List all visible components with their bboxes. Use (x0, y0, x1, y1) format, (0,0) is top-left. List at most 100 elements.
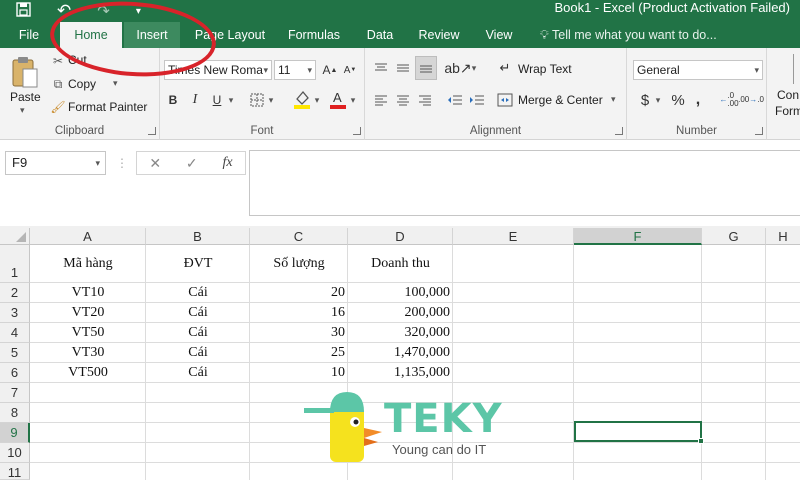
decrease-decimal-icon[interactable]: .00 → .0 (738, 90, 764, 110)
cell-d6[interactable]: 1,135,000 (348, 365, 450, 381)
cut-button[interactable]: Cut (68, 53, 87, 67)
row-header-3[interactable]: 3 (0, 303, 30, 323)
cell-d2[interactable]: 100,000 (348, 285, 451, 301)
customize-qat-icon[interactable]: ▾ (136, 6, 141, 17)
font-size-dropdown[interactable]: 11 ▾ (274, 60, 316, 80)
column-header-c[interactable]: C (250, 228, 348, 245)
cell-c5[interactable]: 25 (250, 345, 345, 361)
tell-me-box[interactable]: 💡︎ Tell me what you want to do... (540, 22, 717, 48)
redo-icon[interactable]: ↷ (97, 2, 110, 20)
increase-decimal-icon[interactable]: ← .0.00 (719, 90, 739, 110)
merge-dropdown-icon[interactable]: ▾ (611, 94, 616, 105)
cell-c3[interactable]: 16 (250, 305, 345, 321)
cell-a1[interactable]: Mã hàng (30, 256, 146, 272)
paste-icon[interactable] (8, 52, 42, 92)
conditional-formatting-icon[interactable] (793, 54, 800, 84)
row-header-2[interactable]: 2 (0, 283, 30, 303)
cell-d3[interactable]: 200,000 (348, 305, 451, 321)
cell-c2[interactable]: 20 (250, 285, 345, 301)
tab-data[interactable]: Data (360, 22, 400, 48)
column-header-d[interactable]: D (348, 228, 453, 245)
column-header-f[interactable]: F (574, 228, 702, 245)
orientation-dropdown-icon[interactable]: ▾ (469, 58, 479, 78)
align-center-icon[interactable] (393, 90, 413, 110)
bold-button[interactable]: B (164, 90, 182, 110)
cell-a6[interactable]: VT500 (30, 365, 146, 381)
align-left-icon[interactable] (371, 90, 391, 110)
cell-c4[interactable]: 30 (250, 325, 345, 341)
fill-handle[interactable] (698, 438, 704, 444)
row-header-6[interactable]: 6 (0, 363, 30, 383)
paste-dropdown-icon[interactable]: ▾ (20, 105, 25, 116)
row-header-4[interactable]: 4 (0, 323, 30, 343)
cancel-icon[interactable]: ✕ (149, 155, 161, 172)
row-header-5[interactable]: 5 (0, 343, 30, 363)
alignment-launcher-icon[interactable] (615, 127, 623, 135)
conditional-formatting-label-2[interactable]: Form (775, 104, 800, 118)
tab-insert[interactable]: Insert (124, 22, 180, 48)
top-align-icon[interactable] (371, 58, 391, 78)
cell-b5[interactable]: Cái (146, 345, 250, 361)
font-color-dropdown-icon[interactable]: ▾ (348, 90, 358, 110)
select-all-button[interactable] (0, 228, 30, 245)
row-header-10[interactable]: 10 (0, 443, 30, 463)
row-header-1[interactable]: 1 (0, 245, 30, 283)
enter-icon[interactable]: ✓ (186, 155, 198, 172)
cell-c1[interactable]: Số lượng (250, 256, 348, 272)
font-launcher-icon[interactable] (353, 127, 361, 135)
cell-a2[interactable]: VT10 (30, 285, 146, 301)
tab-formulas[interactable]: Formulas (280, 22, 348, 48)
column-header-a[interactable]: A (30, 228, 146, 245)
decrease-indent-icon[interactable] (445, 90, 465, 110)
copy-button[interactable]: Copy (68, 77, 96, 91)
cell-b4[interactable]: Cái (146, 325, 250, 341)
borders-icon[interactable] (248, 90, 266, 110)
cell-b2[interactable]: Cái (146, 285, 250, 301)
wrap-text-button[interactable]: Wrap Text (518, 62, 572, 76)
grow-font-icon[interactable]: A ▲ (322, 60, 338, 80)
insert-function-button[interactable]: fx (222, 155, 232, 171)
cell-d1[interactable]: Doanh thu (348, 256, 453, 272)
align-right-icon[interactable] (415, 90, 435, 110)
format-painter-button[interactable]: Format Painter (68, 100, 147, 114)
column-header-b[interactable]: B (146, 228, 250, 245)
merge-center-button[interactable]: Merge & Center (518, 93, 603, 107)
percent-button[interactable]: % (669, 90, 687, 110)
selected-cell-f9[interactable] (574, 421, 704, 444)
cell-a5[interactable]: VT30 (30, 345, 146, 361)
italic-button[interactable]: I (186, 90, 204, 110)
number-format-dropdown[interactable]: General ▾ (633, 60, 763, 80)
comma-button[interactable]: , (691, 90, 705, 110)
column-header-g[interactable]: G (702, 228, 766, 245)
increase-indent-icon[interactable] (467, 90, 487, 110)
underline-button[interactable]: U (208, 90, 226, 110)
tab-page-layout[interactable]: Page Layout (190, 22, 270, 48)
font-color-icon[interactable]: A (328, 88, 348, 110)
cell-a3[interactable]: VT20 (30, 305, 146, 321)
name-box[interactable]: F9 ▾ (5, 151, 106, 175)
cell-c6[interactable]: 10 (250, 365, 345, 381)
middle-align-icon[interactable] (393, 58, 413, 78)
tab-file[interactable]: File (10, 22, 48, 48)
cell-d4[interactable]: 320,000 (348, 325, 451, 341)
column-header-e[interactable]: E (453, 228, 574, 245)
currency-dropdown-icon[interactable]: ▾ (653, 90, 663, 110)
row-header-9[interactable]: 9 (0, 423, 30, 443)
row-header-11[interactable]: 11 (0, 463, 30, 480)
clipboard-launcher-icon[interactable] (148, 127, 156, 135)
tab-home[interactable]: Home (60, 22, 122, 48)
borders-dropdown-icon[interactable]: ▾ (266, 90, 276, 110)
currency-button[interactable]: $ (637, 90, 653, 110)
row-header-7[interactable]: 7 (0, 383, 30, 403)
undo-icon[interactable]: ↶ (57, 1, 71, 21)
copy-dropdown-icon[interactable]: ▾ (113, 78, 118, 89)
formula-input[interactable] (249, 150, 800, 216)
save-icon[interactable] (16, 2, 31, 20)
conditional-formatting-label-1[interactable]: Con (777, 88, 799, 102)
paste-button[interactable]: Paste (10, 90, 41, 104)
fill-color-icon[interactable] (292, 88, 312, 110)
column-header-h[interactable]: H (766, 228, 800, 245)
tab-view[interactable]: View (478, 22, 520, 48)
cell-b6[interactable]: Cái (146, 365, 250, 381)
tab-review[interactable]: Review (412, 22, 466, 48)
